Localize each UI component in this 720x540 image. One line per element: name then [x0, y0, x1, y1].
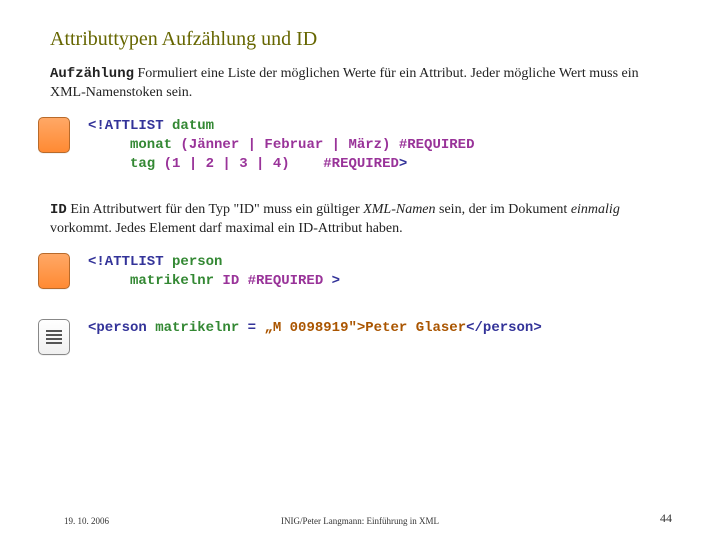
code-person-example: <person matrikelnr = „M 0098919">Peter G… — [88, 319, 542, 338]
footer-date: 19. 10. 2006 — [64, 516, 109, 526]
code-block-person-example: <person matrikelnr = „M 0098919">Peter G… — [38, 319, 670, 355]
slide-title: Attributtypen Aufzählung und ID — [50, 28, 670, 51]
code-block-attlist-person: <!ATTLIST person matrikelnr ID #REQUIRED… — [38, 253, 670, 291]
code-icon — [38, 117, 70, 153]
code-icon — [38, 253, 70, 289]
term-id: ID — [50, 202, 67, 218]
code-attlist-datum: <!ATTLIST datum monat (Jänner | Februar … — [88, 117, 474, 174]
paragraph-id: ID Ein Attributwert für den Typ "ID" mus… — [50, 201, 670, 239]
paragraph-aufzaehlung: Aufzählung Formuliert eine Liste der mög… — [50, 65, 670, 103]
p1-text: Formuliert eine Liste der möglichen Wert… — [50, 66, 639, 100]
footer-page-number: 44 — [660, 511, 672, 526]
slide-footer: 19. 10. 2006 INIG/Peter Langmann: Einfüh… — [0, 516, 720, 526]
document-icon — [38, 319, 70, 355]
code-attlist-person: <!ATTLIST person matrikelnr ID #REQUIRED… — [88, 253, 340, 291]
term-aufzaehlung: Aufzählung — [50, 66, 134, 82]
code-block-attlist-datum: <!ATTLIST datum monat (Jänner | Februar … — [38, 117, 670, 174]
